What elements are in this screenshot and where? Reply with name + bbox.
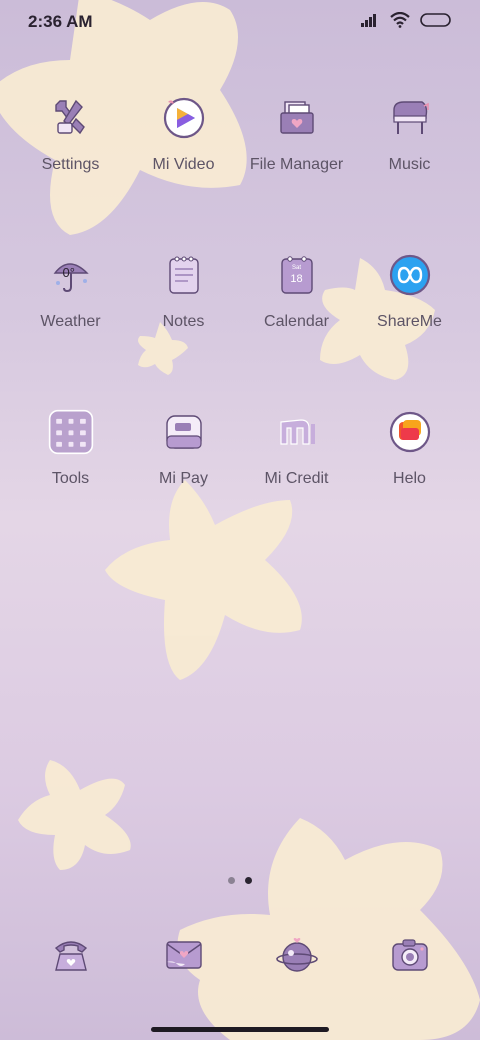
page-indicator [0, 877, 480, 884]
app-label: File Manager [249, 156, 344, 173]
app-label: ShareMe [377, 313, 442, 330]
mi-credit-icon [274, 409, 320, 455]
browser-icon [274, 932, 320, 978]
signal-icon [361, 14, 376, 27]
settings-icon [48, 95, 94, 141]
app-shareme[interactable]: ShareMe [353, 252, 466, 331]
app-tools-folder[interactable]: Tools [14, 409, 127, 488]
tools-folder-icon [48, 409, 94, 455]
helo-icon [387, 409, 433, 455]
clock: 2:36 AM [28, 12, 93, 31]
star-decoration [18, 760, 131, 870]
home-gesture-bar[interactable] [151, 1027, 329, 1032]
battery-icon [420, 13, 451, 27]
app-label: Weather [40, 313, 101, 330]
shareme-icon [387, 252, 433, 298]
app-file-manager[interactable]: File Manager [240, 95, 353, 174]
app-calendar[interactable]: Sat 18 Calendar [240, 252, 353, 331]
app-helo[interactable]: Helo [353, 409, 466, 488]
app-label: Tools [51, 470, 90, 487]
app-row: Settings Mi Video File Manager Music [14, 95, 466, 174]
dock-browser[interactable] [240, 932, 353, 978]
app-music[interactable]: Music [353, 95, 466, 174]
app-row: 0° Weather Notes Sat 18 Calendar ShareMe [14, 252, 466, 331]
app-label: Notes [162, 313, 205, 330]
calendar-icon: Sat 18 [274, 252, 320, 298]
app-label: Mi Video [152, 156, 215, 173]
app-label: Settings [41, 156, 100, 173]
dock-phone[interactable] [14, 932, 127, 978]
app-mi-pay[interactable]: Mi Pay [127, 409, 240, 488]
app-label: Calendar [264, 313, 329, 330]
phone-icon [48, 932, 94, 978]
dock [14, 932, 466, 978]
messages-icon [161, 932, 207, 978]
app-weather[interactable]: 0° Weather [14, 252, 127, 331]
app-notes[interactable]: Notes [127, 252, 240, 331]
file-manager-icon [274, 95, 320, 141]
calendar-date: 18 [290, 273, 303, 285]
app-label: Helo [393, 470, 426, 487]
music-icon [387, 95, 433, 141]
weather-icon: 0° [48, 252, 94, 298]
app-label: Mi Pay [159, 470, 208, 487]
star-decoration [177, 818, 480, 1040]
notes-icon [161, 252, 207, 298]
calendar-day: Sat [291, 265, 301, 271]
mi-video-icon [161, 95, 207, 141]
dock-camera[interactable] [353, 932, 466, 978]
page-dot[interactable] [228, 877, 235, 884]
app-label: Mi Credit [264, 470, 329, 487]
mi-pay-icon [161, 409, 207, 455]
app-mi-credit[interactable]: Mi Credit [240, 409, 353, 488]
status-icons [360, 12, 452, 28]
weather-temperature: 0° [62, 265, 75, 280]
app-settings[interactable]: Settings [14, 95, 127, 174]
app-row: Tools Mi Pay Mi Credit Helo [14, 409, 466, 488]
app-grid: Settings Mi Video File Manager Music 0° … [14, 95, 466, 566]
dock-messages[interactable] [127, 932, 240, 978]
status-bar: 2:36 AM [0, 0, 480, 44]
wifi-icon [390, 12, 410, 28]
camera-icon [387, 932, 433, 978]
app-mi-video[interactable]: Mi Video [127, 95, 240, 174]
page-dot-current[interactable] [245, 877, 252, 884]
app-label: Music [388, 156, 431, 173]
